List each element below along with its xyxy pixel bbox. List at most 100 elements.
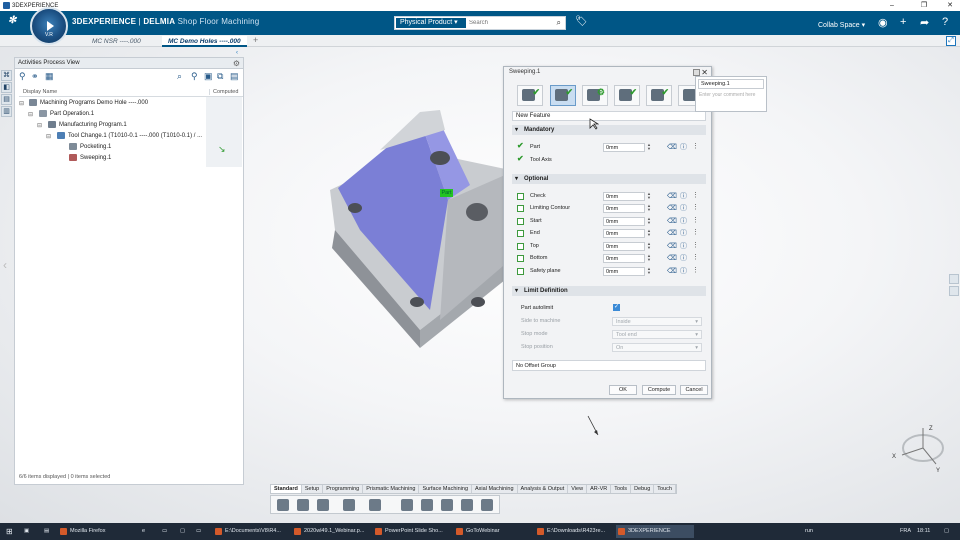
- search-input[interactable]: [469, 18, 549, 28]
- filter-advanced-icon[interactable]: ⚲: [191, 71, 198, 82]
- spinner-icon[interactable]: ▲ ▼: [646, 267, 652, 276]
- paste-icon[interactable]: [317, 499, 329, 511]
- collapse-toggle[interactable]: ⊟: [37, 122, 42, 129]
- expand-tree-icon[interactable]: ▣: [204, 71, 213, 82]
- eraser-icon[interactable]: ⌫: [667, 217, 677, 227]
- tab-programming[interactable]: Programming: [323, 485, 364, 493]
- info-icon[interactable]: ⓘ: [680, 267, 687, 277]
- ok-button[interactable]: OK: [609, 385, 637, 395]
- eraser-icon[interactable]: ⌫: [667, 229, 677, 239]
- undo-icon[interactable]: [343, 499, 355, 511]
- eraser-icon[interactable]: ⌫: [667, 143, 677, 153]
- optional-section-header[interactable]: Optional: [512, 174, 706, 184]
- spinner-icon[interactable]: ▲ ▼: [646, 254, 652, 263]
- strategy-tab-icon[interactable]: ✔: [550, 85, 576, 106]
- compute-button[interactable]: Compute: [642, 385, 676, 395]
- col-display-name[interactable]: Display Name: [23, 89, 57, 95]
- taskbar-item-active[interactable]: 3DEXPERIENCE: [616, 525, 694, 538]
- checkbox[interactable]: [517, 205, 524, 212]
- list-icon[interactable]: ▦: [45, 71, 54, 82]
- offset-input[interactable]: 0mm: [603, 217, 645, 226]
- tree-icon[interactable]: ⌘: [1, 70, 12, 81]
- collapse-toggle[interactable]: ⊟: [28, 111, 33, 118]
- tab-mc-nsr[interactable]: MC NSR ----.000: [86, 36, 147, 47]
- teams-icon[interactable]: ▣: [24, 523, 29, 540]
- gear-icon[interactable]: ⚙: [233, 58, 240, 69]
- tool-tab-icon[interactable]: ⚙: [582, 85, 608, 106]
- eraser-icon[interactable]: ⌫: [667, 267, 677, 277]
- info-icon[interactable]: ⓘ: [680, 217, 687, 227]
- more-icon[interactable]: ⋮: [692, 203, 699, 213]
- chat-icon[interactable]: [949, 286, 959, 296]
- tab-prismatic-machining[interactable]: Prismatic Machining: [363, 485, 420, 493]
- copy-icon[interactable]: [297, 499, 309, 511]
- more-icon[interactable]: ⋮: [692, 266, 699, 276]
- eraser-icon[interactable]: ⌫: [667, 204, 677, 214]
- properties-icon[interactable]: [369, 499, 381, 511]
- tab-analysis-output[interactable]: Analysis & Output: [518, 485, 569, 493]
- run-label[interactable]: run: [805, 523, 813, 540]
- eraser-icon[interactable]: ⌫: [667, 254, 677, 264]
- folder2-icon[interactable]: ▭: [196, 523, 201, 540]
- part-op-icon[interactable]: [441, 499, 453, 511]
- tab-surface-machining[interactable]: Surface Machining: [419, 485, 473, 493]
- language-indicator[interactable]: FRA: [900, 523, 911, 540]
- tab-axial-machining[interactable]: Axial Machining: [472, 485, 518, 493]
- col-computed[interactable]: Computed: [209, 89, 243, 95]
- tab-view[interactable]: View: [568, 485, 588, 493]
- offset-input[interactable]: 0mm: [603, 192, 645, 201]
- add-icon[interactable]: +: [900, 16, 906, 28]
- offset-input[interactable]: 0mm: [603, 267, 645, 276]
- collab-space-dropdown[interactable]: Collab Space ▾: [818, 21, 865, 29]
- table-icon[interactable]: ▤: [230, 71, 239, 82]
- part-label-tag[interactable]: Part: [440, 189, 453, 197]
- offset-input[interactable]: 0mm: [603, 254, 645, 263]
- offset-group-field[interactable]: No Offset Group: [512, 360, 706, 371]
- collapse-toggle[interactable]: ⊟: [46, 133, 51, 140]
- side-to-machine-select[interactable]: Inside: [612, 317, 702, 326]
- collapse-panel-icon[interactable]: ‹: [236, 50, 238, 56]
- ds-logo-icon[interactable]: ✻: [8, 15, 16, 26]
- more-icon[interactable]: ⋮: [692, 253, 699, 263]
- comment-name-field[interactable]: Sweeping.1: [698, 79, 764, 89]
- tab-setup[interactable]: Setup: [302, 485, 324, 493]
- tab-touch[interactable]: Touch: [654, 485, 676, 493]
- info-icon[interactable]: ⓘ: [680, 254, 687, 264]
- clock[interactable]: 18:11: [917, 523, 930, 540]
- search-panel-icon[interactable]: ⌕: [177, 71, 182, 82]
- info-icon[interactable]: ⓘ: [680, 242, 687, 252]
- eraser-icon[interactable]: ⌫: [667, 192, 677, 202]
- taskbar-item[interactable]: GoToWebinar: [454, 525, 532, 538]
- taskbar-item[interactable]: E:\Downloads\R423re...: [535, 525, 613, 538]
- resource-icon[interactable]: ▥: [1, 106, 12, 117]
- search-context-dropdown[interactable]: Physical Product ▾: [396, 18, 466, 28]
- taskbar-item[interactable]: E:\Documents\V8\R4...: [213, 525, 289, 538]
- tree-item-manufacturing-program[interactable]: Manufacturing Program.1: [48, 120, 127, 130]
- tool-icon[interactable]: [481, 499, 493, 511]
- expand-left-icon[interactable]: ‹: [3, 258, 7, 272]
- info-icon[interactable]: ⓘ: [680, 192, 687, 202]
- spinner-icon[interactable]: ▲ ▼: [646, 242, 652, 251]
- spinner-icon[interactable]: ▲ ▼: [646, 143, 652, 152]
- offset-input[interactable]: 0mm: [603, 242, 645, 251]
- close-window-button[interactable]: ✕: [940, 0, 960, 11]
- taskbar-item[interactable]: Mozilla Firefox: [58, 525, 136, 538]
- comment-input[interactable]: Enter your comment here: [699, 92, 765, 98]
- user-icon[interactable]: ◉: [878, 16, 888, 29]
- tree-item-programs[interactable]: Machining Programs Demo Hole ----.000: [29, 98, 148, 108]
- info-icon[interactable]: ⓘ: [680, 204, 687, 214]
- tree-item-tool-change[interactable]: Tool Change.1 (T1010-0.1 ----.000 (T1010…: [57, 131, 202, 141]
- more-icon[interactable]: ⋮: [692, 228, 699, 238]
- tree-item-part-operation[interactable]: Part Operation.1: [39, 109, 94, 119]
- tab-debug[interactable]: Debug: [631, 485, 655, 493]
- view-icon[interactable]: [949, 274, 959, 284]
- offset-input[interactable]: 0mm: [603, 204, 645, 213]
- taskbar-item[interactable]: PowerPoint Slide Sho...: [373, 525, 451, 538]
- tab-ar-vr[interactable]: AR-VR: [587, 485, 612, 493]
- info-icon[interactable]: ⓘ: [680, 143, 687, 153]
- offset-input[interactable]: 0mm: [603, 229, 645, 238]
- chat-app-icon[interactable]: ▢: [180, 523, 185, 540]
- cancel-button[interactable]: Cancel: [680, 385, 708, 395]
- limit-definition-header[interactable]: Limit Definition: [512, 286, 706, 296]
- share-icon[interactable]: ➦: [920, 16, 929, 29]
